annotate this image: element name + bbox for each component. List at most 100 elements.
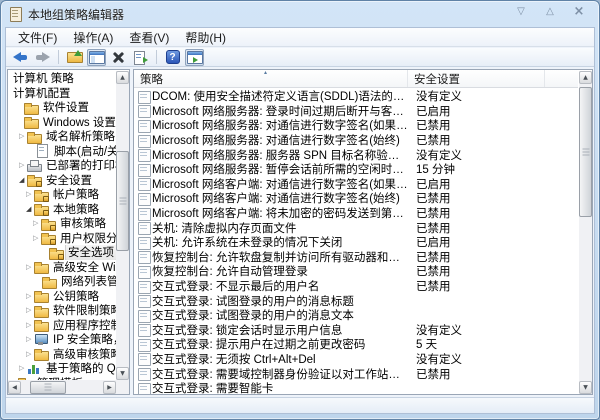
policy-row-3[interactable]: Microsoft 网络服务器: 对通信进行数字签名(始终)已禁用: [134, 133, 578, 148]
tree-item-5[interactable]: 脚本(启动/关机): [8, 144, 116, 159]
tree-collapsed-icon[interactable]: ▷: [26, 260, 34, 274]
policy-row-4[interactable]: Microsoft 网络服务器: 服务器 SPN 目标名称验证级别没有定义: [134, 147, 578, 162]
policy-row-12[interactable]: 恢复控制台: 允许自动管理登录已禁用: [134, 264, 578, 279]
tree-collapsed-icon[interactable]: ▷: [26, 187, 34, 201]
policy-icon: [138, 164, 149, 175]
policy-row-5[interactable]: Microsoft 网络服务器: 暂停会话前所需的空闲时间数量15 分钟: [134, 162, 578, 177]
policy-row-17[interactable]: 交互式登录: 提示用户在过期之前更改密码5 天: [134, 337, 578, 352]
tree-item-13[interactable]: ▷高级安全 Windows 防火墙: [8, 260, 116, 275]
tree-collapsed-icon[interactable]: ▷: [33, 216, 41, 230]
tree-item-1[interactable]: 计算机配置: [8, 86, 116, 101]
tree-item-0[interactable]: 计算机 策略: [8, 71, 116, 86]
tree-vertical-scrollbar[interactable]: ▲ ▼: [116, 71, 129, 380]
policy-row-14[interactable]: 交互式登录: 试图登录的用户的消息标题: [134, 293, 578, 308]
tree-item-18[interactable]: ▷IP 安全策略，在 本地计算机: [8, 332, 116, 347]
policy-row-18[interactable]: 交互式登录: 无须按 Ctrl+Alt+Del没有定义: [134, 352, 578, 367]
help-button[interactable]: ?: [163, 49, 182, 66]
list-vertical-scrollbar[interactable]: ▲ ▼: [579, 71, 592, 394]
tree-item-7[interactable]: ◢安全设置: [8, 173, 116, 188]
delete-button[interactable]: [109, 49, 128, 66]
policy-row-9[interactable]: 关机: 清除虚拟内存页面文件已禁用: [134, 220, 578, 235]
column-header-setting[interactable]: 安全设置: [408, 70, 545, 87]
policy-row-19[interactable]: 交互式登录: 需要域控制器身份验证以对工作站进行解锁已禁用: [134, 366, 578, 381]
tree-item-8[interactable]: ▷帐户策略: [8, 187, 116, 202]
scroll-down-icon[interactable]: ▼: [579, 381, 592, 394]
policy-row-7[interactable]: Microsoft 网络客户端: 对通信进行数字签名(始终)已禁用: [134, 191, 578, 206]
policy-name: 关机: 清除虚拟内存页面文件: [152, 220, 408, 236]
forward-icon: [35, 52, 50, 63]
menu-item-0[interactable]: 文件(F): [10, 28, 65, 47]
policy-name: Microsoft 网络服务器: 登录时间过期后断开与客户端的连接: [152, 103, 408, 119]
tree-item-10[interactable]: ▷审核策略: [8, 216, 116, 231]
tree-collapsed-icon[interactable]: ▷: [19, 361, 27, 375]
tree-hscroll-thumb[interactable]: [30, 381, 66, 394]
list-scroll-thumb[interactable]: [579, 87, 592, 217]
forward-button[interactable]: [33, 49, 52, 66]
tree-expanded-icon[interactable]: ◢: [26, 202, 34, 216]
tree-item-12[interactable]: 安全选项: [8, 245, 116, 260]
policy-row-0[interactable]: DCOM: 使用安全描述符定义语言(SDDL)语法的计算机启动限制没有定义: [134, 89, 578, 104]
console-tree-toggle-icon: [89, 51, 105, 64]
policy-row-16[interactable]: 交互式登录: 锁定会话时显示用户信息没有定义: [134, 323, 578, 338]
tree-item-11[interactable]: ▷用户权限分配: [8, 231, 116, 246]
scroll-left-icon[interactable]: ◀: [8, 381, 21, 394]
tree-collapsed-icon[interactable]: ▷: [19, 158, 27, 172]
close-button[interactable]: ×: [571, 4, 587, 18]
policy-setting: 已禁用: [408, 249, 578, 265]
action-pane-toggle-icon: [187, 51, 203, 64]
menu-item-3[interactable]: 帮助(H): [177, 28, 234, 47]
tree-expanded-icon[interactable]: ◢: [19, 173, 27, 187]
scroll-down-icon[interactable]: ▼: [116, 367, 129, 380]
scroll-right-icon[interactable]: ▶: [103, 381, 116, 394]
export-list-button[interactable]: [131, 49, 150, 66]
policy-row-11[interactable]: 恢复控制台: 允许软盘复制并访问所有驱动器和所有文件夹已禁用: [134, 250, 578, 265]
tree-item-16[interactable]: ▷软件限制策略: [8, 303, 116, 318]
policy-row-8[interactable]: Microsoft 网络客户端: 将未加密的密码发送到第三方 SMB 服务器已禁…: [134, 206, 578, 221]
tree-item-14[interactable]: 网络列表管理器策略: [8, 274, 116, 289]
tree-item-2[interactable]: 软件设置: [8, 100, 116, 115]
tree-item-label: 域名解析策略: [43, 129, 116, 144]
policy-row-13[interactable]: 交互式登录: 不显示最后的用户名已禁用: [134, 279, 578, 294]
policy-row-6[interactable]: Microsoft 网络客户端: 对通信进行数字签名(如果服务器允许)已启用: [134, 177, 578, 192]
policy-icon: [138, 178, 149, 189]
title-bar[interactable]: 本地组策略编辑器: [1, 1, 599, 27]
tree-item-15[interactable]: ▷公钥策略: [8, 289, 116, 304]
tree-item-19[interactable]: ▷高级审核策略配置: [8, 347, 116, 362]
folder-lock-icon: [34, 202, 48, 215]
policy-icon: [138, 237, 149, 248]
tree-collapsed-icon[interactable]: ▷: [26, 303, 34, 317]
scroll-up-icon[interactable]: ▲: [116, 71, 129, 84]
back-button[interactable]: [11, 49, 30, 66]
tree-collapsed-icon[interactable]: ▷: [26, 318, 34, 332]
scroll-up-icon[interactable]: ▲: [579, 71, 592, 84]
tree-item-3[interactable]: Windows 设置: [8, 115, 116, 130]
console-tree-toggle-button[interactable]: [87, 49, 106, 66]
tree-scroll-thumb[interactable]: [116, 151, 129, 251]
tree-item-4[interactable]: ▷ 域名解析策略: [8, 129, 116, 144]
tree-item-17[interactable]: ▷应用程序控制策略: [8, 318, 116, 333]
folder-lock-icon: [41, 231, 55, 244]
policy-row-1[interactable]: Microsoft 网络服务器: 登录时间过期后断开与客户端的连接已启用: [134, 104, 578, 119]
policy-row-2[interactable]: Microsoft 网络服务器: 对通信进行数字签名(如果客户端允许)已禁用: [134, 118, 578, 133]
tree-item-20[interactable]: ▷基于策略的 QoS: [8, 361, 116, 376]
tree-collapsed-icon[interactable]: ▷: [19, 129, 27, 143]
policy-row-10[interactable]: 关机: 允许系统在未登录的情况下关闭已启用: [134, 235, 578, 250]
action-pane-toggle-button[interactable]: [185, 49, 204, 66]
policy-row-20[interactable]: 交互式登录: 需要智能卡: [134, 381, 578, 394]
column-header-policy[interactable]: 策略 ▴: [134, 70, 408, 87]
maximize-button[interactable]: △: [542, 4, 558, 18]
menu-item-2[interactable]: 查看(V): [121, 28, 177, 47]
menu-item-1[interactable]: 操作(A): [65, 28, 121, 47]
up-one-level-button[interactable]: [65, 49, 84, 66]
tree-collapsed-icon[interactable]: ▷: [26, 332, 34, 346]
tree-collapsed-icon[interactable]: ▷: [33, 231, 41, 245]
tree-item-9[interactable]: ◢本地策略: [8, 202, 116, 217]
policy-setting: 已禁用: [408, 117, 578, 133]
minimize-button[interactable]: ▽: [513, 4, 529, 18]
gpedit-window: 本地组策略编辑器 ▽ △ × 文件(F)操作(A)查看(V)帮助(H) ? 计算…: [0, 0, 600, 420]
tree-horizontal-scrollbar[interactable]: ◀ ▶: [8, 380, 116, 394]
tree-item-6[interactable]: ▷已部署的打印机: [8, 158, 116, 173]
tree-collapsed-icon[interactable]: ▷: [26, 289, 34, 303]
policy-row-15[interactable]: 交互式登录: 试图登录的用户的消息文本: [134, 308, 578, 323]
tree-collapsed-icon[interactable]: ▷: [26, 347, 34, 361]
